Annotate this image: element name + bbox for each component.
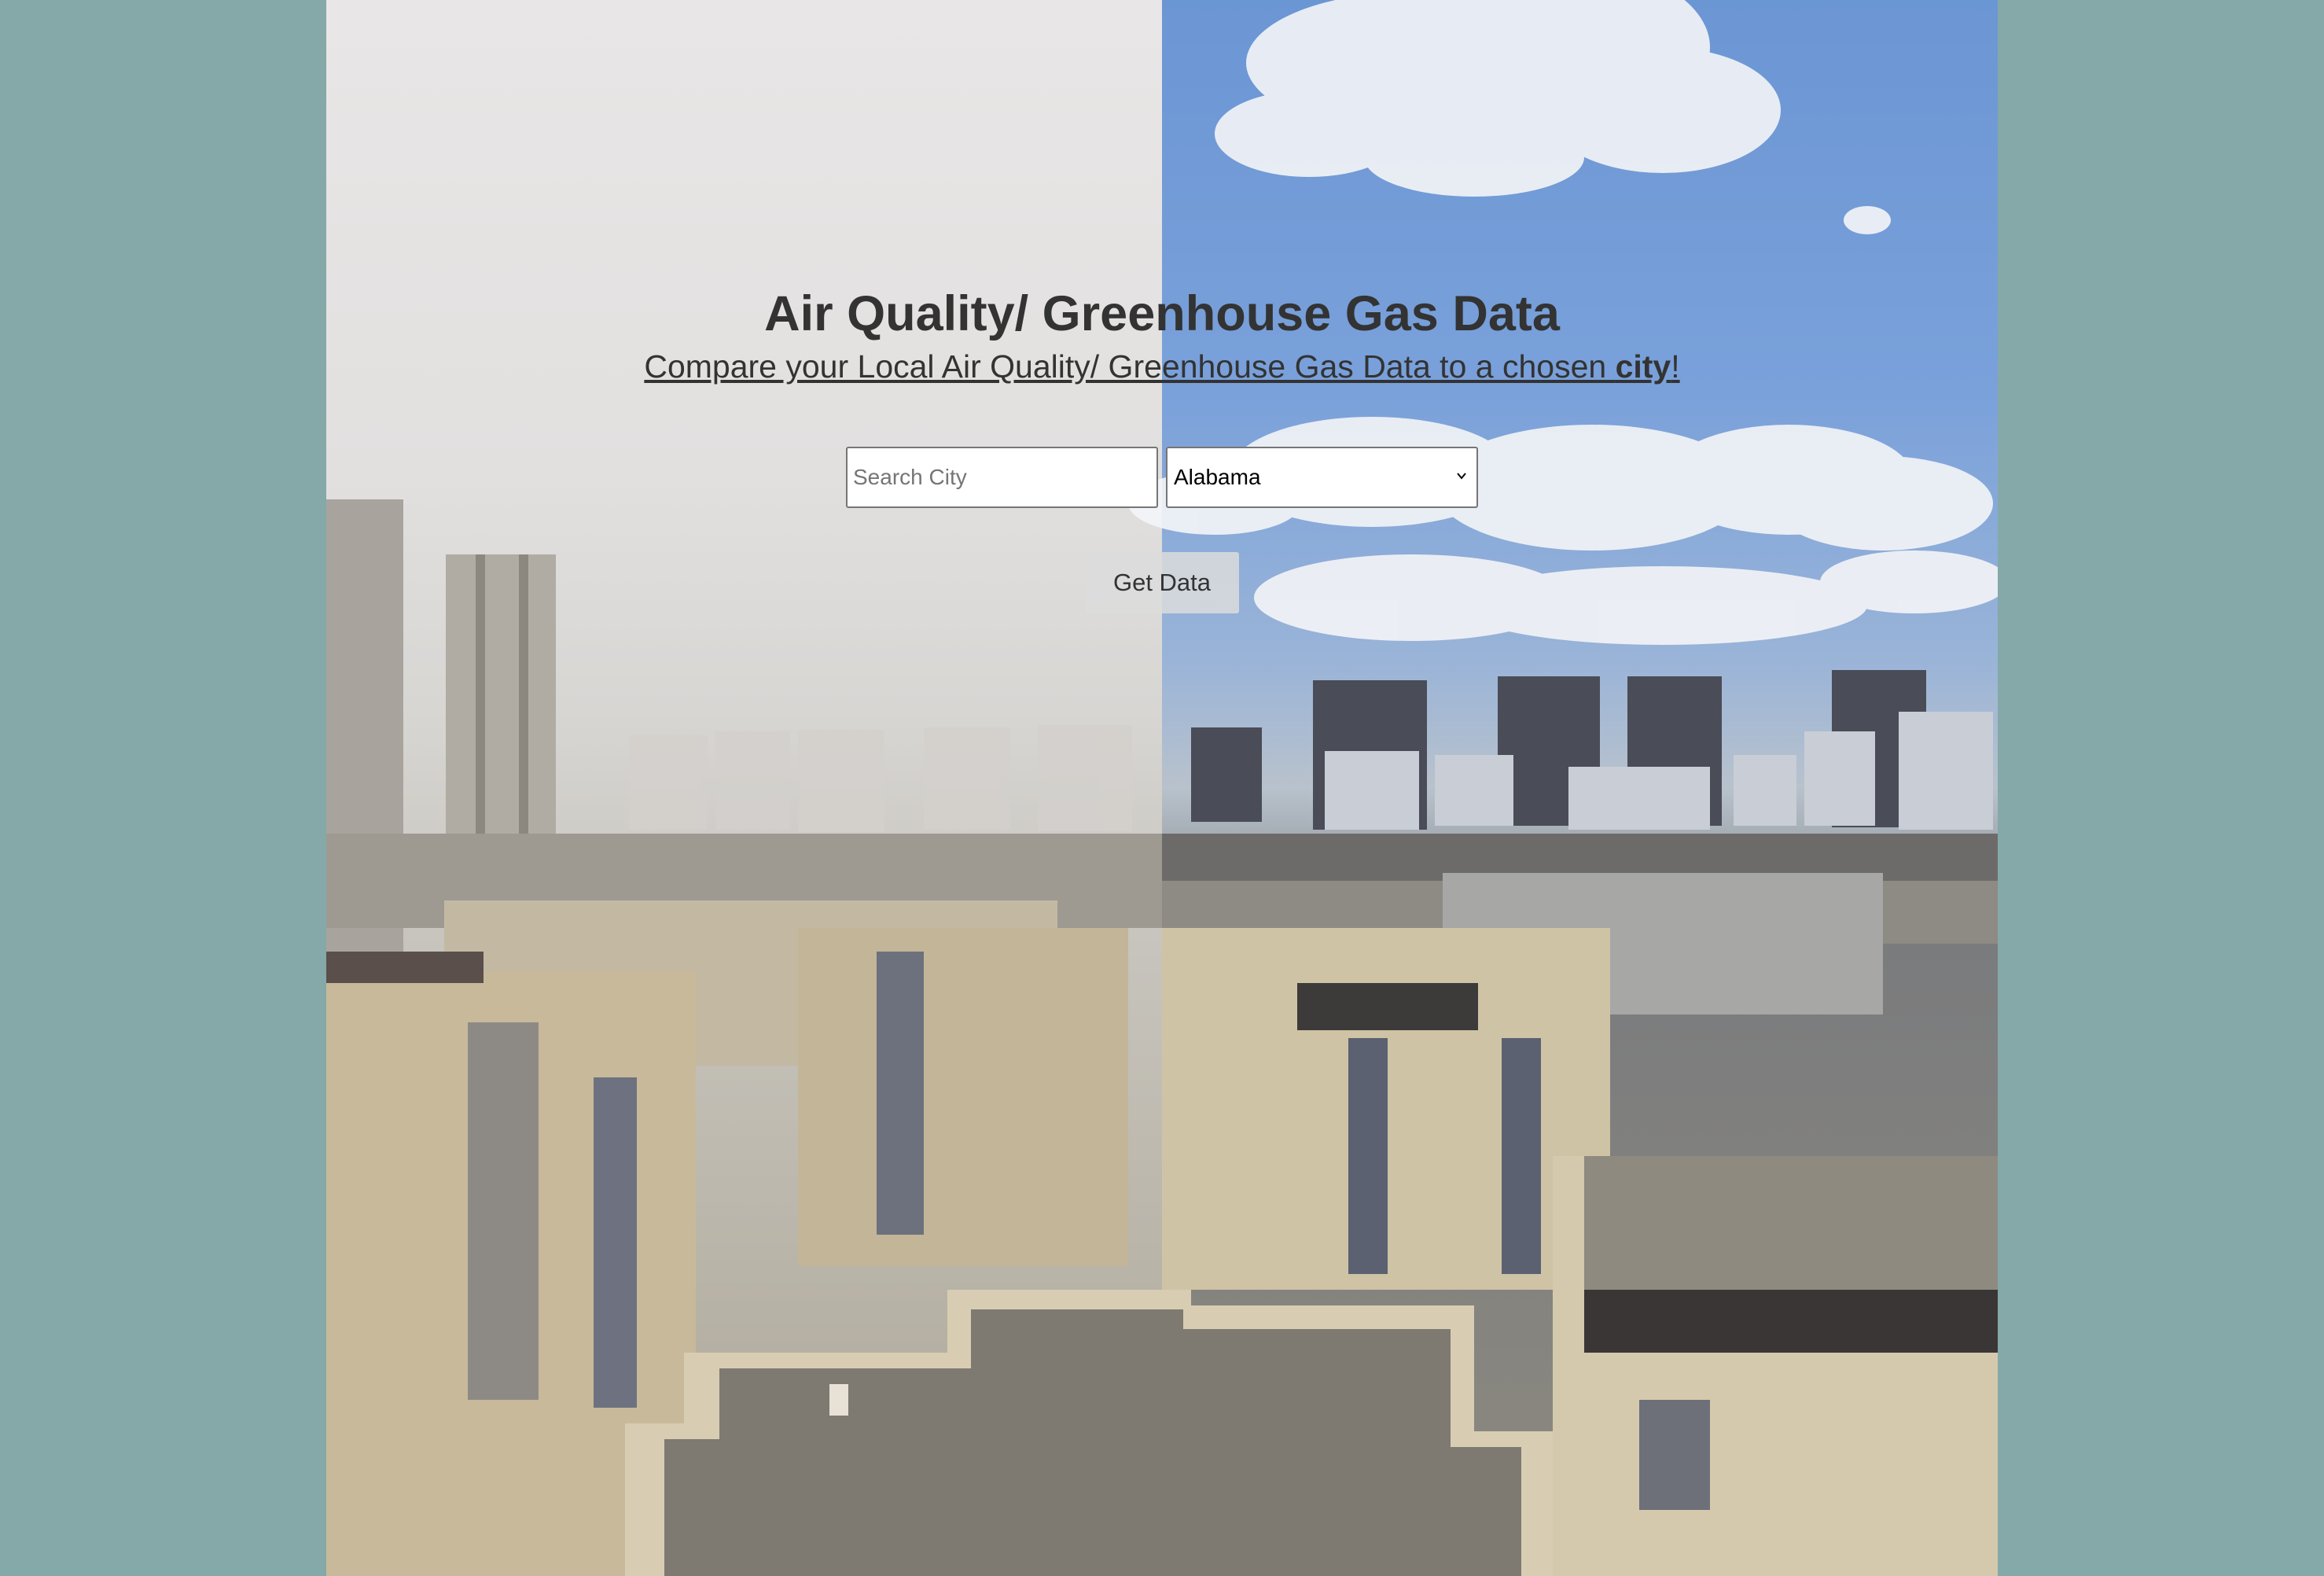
search-city-input[interactable]: [846, 447, 1158, 508]
state-select[interactable]: Alabama: [1166, 447, 1478, 508]
subtitle-city-emphasis: city: [1615, 348, 1671, 385]
subtitle-text: Compare your Local Air Quality/ Greenhou…: [644, 348, 1616, 385]
subtitle-exclamation: !: [1671, 348, 1680, 385]
state-select-value: Alabama: [1174, 465, 1261, 489]
button-row: Get Data: [326, 552, 1998, 613]
chevron-down-icon: [1457, 473, 1466, 480]
search-form: Alabama: [326, 447, 1998, 508]
rooftop-foreground: [625, 1290, 1553, 1576]
distant-towers-hazy: [629, 725, 1132, 832]
get-data-button[interactable]: Get Data: [1085, 552, 1239, 613]
main-content: Air Quality/ Greenhouse Gas Data Compare…: [326, 283, 1998, 613]
page-subtitle: Compare your Local Air Quality/ Greenhou…: [326, 344, 1998, 388]
page: Air Quality/ Greenhouse Gas Data Compare…: [0, 0, 2324, 1576]
page-title: Air Quality/ Greenhouse Gas Data: [764, 286, 1560, 341]
hero-background-image: [326, 0, 1998, 1576]
city-skyline-illustration: [326, 0, 1998, 1576]
